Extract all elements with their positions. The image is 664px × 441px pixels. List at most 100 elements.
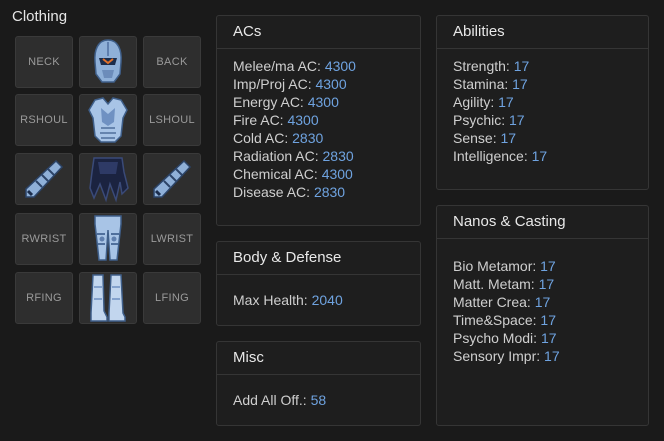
nano-row-value: 17 [534,294,551,310]
ability-row-label: Strength: [453,58,510,74]
acs-panel: ACs Melee/ma AC: 4300 Imp/Proj AC: 4300 En… [216,15,421,226]
body-defense-row: Max Health: 2040 [233,291,420,309]
nanos-panel: Nanos & Casting Bio Metamor: 17 Matt. Met… [436,205,649,426]
chest-armor-icon [88,97,128,143]
abilities-title: Abilities [437,16,648,49]
nano-row: Psycho Modi: 17 [453,329,648,347]
nano-row-value: 17 [540,258,556,274]
clothing-title: Clothing [12,8,68,25]
ac-row-value: 4300 [324,58,356,74]
ability-row: Psychic: 17 [453,111,648,129]
abilities-panel: Abilities Strength: 17 Stamina: 17 Agility… [436,15,649,190]
gloves-icon [89,157,129,203]
helmet-icon [94,39,122,83]
acs-title: ACs [217,16,420,49]
ac-row: Cold AC: 2830 [233,129,420,147]
slot-feet[interactable] [79,272,137,324]
misc-row-label: Add All Off.: [233,392,307,408]
nano-row-label: Psycho Modi: [453,330,538,346]
slot-larm[interactable] [143,153,201,205]
body-defense-panel: Body & Defense Max Health: 2040 [216,241,421,326]
slot-body[interactable] [79,94,137,146]
slot-head[interactable] [79,36,137,88]
ac-row-value: 4300 [307,94,339,110]
ac-row: Energy AC: 4300 [233,93,420,111]
sleeve-icon [25,159,64,198]
acs-list: Melee/ma AC: 4300 Imp/Proj AC: 4300 Energy… [217,49,420,201]
slot-lshoul[interactable]: LSHOUL [143,94,201,146]
nano-row-label: Bio Metamor: [453,258,537,274]
ac-row-label: Disease AC: [233,184,311,200]
slot-neck[interactable]: NECK [15,36,73,88]
ac-row-value: 2830 [313,184,346,200]
nano-row: Sensory Impr: 17 [453,347,648,365]
nano-row: Bio Metamor: 17 [453,257,648,275]
ac-row-label: Melee/ma AC: [233,58,321,74]
ability-row: Intelligence: 17 [453,147,648,165]
nano-row: Matt. Metam: 17 [453,275,648,293]
ability-row: Stamina: 17 [453,75,648,93]
sleeve-icon [153,159,192,198]
nano-row-value: 17 [544,348,560,364]
ability-row-value: 17 [531,148,548,164]
abilities-list: Strength: 17 Stamina: 17 Agility: 17 Psychi… [437,49,648,165]
slot-rshoul[interactable]: RSHOUL [15,94,73,146]
ac-row-value: 2830 [292,130,324,146]
ability-row-label: Sense: [453,130,497,146]
ac-row-label: Cold AC: [233,130,289,146]
slot-lfing[interactable]: LFING [143,272,201,324]
ability-row: Sense: 17 [453,129,648,147]
slot-legs[interactable] [79,213,137,265]
ac-row-label: Fire AC: [233,112,284,128]
ability-row-value: 17 [513,58,530,74]
nanos-title: Nanos & Casting [437,206,648,239]
ac-row: Chemical AC: 4300 [233,165,420,183]
ability-row: Agility: 17 [453,93,648,111]
leg-armor-icon [94,215,122,261]
nano-row-label: Sensory Impr: [453,348,541,364]
misc-panel: Misc Add All Off.: 58 [216,341,421,426]
ac-row-label: Imp/Proj AC: [233,76,312,92]
boots-icon [90,274,126,322]
ability-row-label: Agility: [453,94,495,110]
ac-row-value: 4300 [321,166,353,182]
misc-list: Add All Off.: 58 [217,375,420,409]
ac-row: Imp/Proj AC: 4300 [233,75,420,93]
nano-row-label: Matter Crea: [453,294,531,310]
slot-rwrist[interactable]: RWRIST [15,213,73,265]
ability-row-label: Intelligence: [453,148,528,164]
ability-row-value: 17 [509,112,525,128]
nano-row: Matter Crea: 17 [453,293,648,311]
body-defense-row-value: 2040 [311,292,343,308]
nano-row: Time&Space: 17 [453,311,648,329]
ac-row-value: 4300 [287,112,319,128]
slot-rfing[interactable]: RFING [15,272,73,324]
misc-row-value: 58 [310,392,327,408]
ability-row-value: 17 [512,76,528,92]
ac-row: Fire AC: 4300 [233,111,420,129]
nano-row-value: 17 [538,276,555,292]
body-defense-title: Body & Defense [217,242,420,275]
ability-row-label: Psychic: [453,112,506,128]
misc-title: Misc [217,342,420,375]
ability-row-label: Stamina: [453,76,509,92]
ac-row-value: 2830 [322,148,354,164]
ac-row-value: 4300 [315,76,347,92]
ac-row-label: Radiation AC: [233,148,319,164]
nano-row-label: Matt. Metam: [453,276,535,292]
ac-row: Radiation AC: 2830 [233,147,420,165]
nano-row-value: 17 [540,330,557,346]
misc-row: Add All Off.: 58 [233,391,420,409]
slot-rarm[interactable] [15,153,73,205]
ac-row-label: Energy AC: [233,94,304,110]
nanos-list: Bio Metamor: 17 Matt. Metam: 17 Matter Cre… [437,239,648,365]
ac-row: Disease AC: 2830 [233,183,420,201]
slot-back[interactable]: BACK [143,36,201,88]
slot-lwrist[interactable]: LWRIST [143,213,201,265]
ability-row: Strength: 17 [453,57,648,75]
ability-row-value: 17 [498,94,514,110]
body-defense-row-label: Max Health: [233,292,308,308]
ac-row-label: Chemical AC: [233,166,318,182]
slot-hands[interactable] [79,153,137,205]
body-defense-list: Max Health: 2040 [217,275,420,309]
